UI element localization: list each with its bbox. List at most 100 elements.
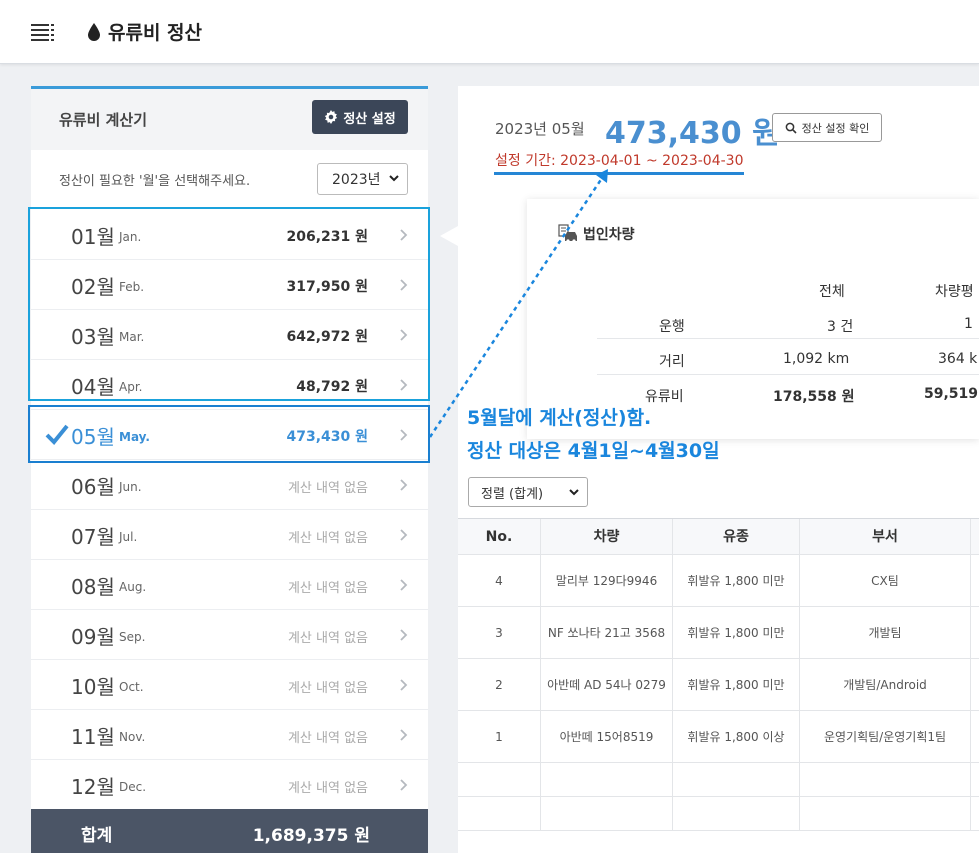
month-number: 10월 (71, 675, 115, 699)
year-select-value: 2023년 (332, 172, 381, 188)
month-amount: 계산 내역 없음 (287, 531, 368, 546)
cell-dept: 개발팀/Android (800, 659, 971, 710)
month-abbr: Dec. (119, 780, 147, 794)
month-item[interactable]: 07월 Jul. 계산 내역 없음 (31, 510, 428, 560)
cell-car: 아반떼 15어8519 (541, 711, 673, 762)
table-row[interactable]: 4 말리부 129다9946 휘발유 1,800 미만 CX팀 (458, 555, 979, 607)
table-header-row: No. 차량 유종 부서 (458, 518, 979, 555)
fuel-drop-icon (88, 22, 100, 41)
settle-settings-button[interactable]: 정산 설정 (312, 100, 408, 134)
cell-fuel: 휘발유 1,800 미만 (673, 607, 800, 658)
panel-pointer (440, 226, 458, 246)
chevron-right-icon (400, 479, 408, 491)
car-row-total: 1,092 km (783, 351, 850, 367)
chevron-right-icon (400, 329, 408, 341)
month-number: 11월 (71, 725, 115, 749)
table-header-cell (971, 519, 979, 554)
car-row-divider (597, 303, 979, 339)
table-body: 4 말리부 129다9946 휘발유 1,800 미만 CX팀 3 NF 쏘나타 21고 … (458, 555, 979, 763)
chevron-right-icon (400, 579, 408, 591)
col-avg-header: 차량평 (935, 284, 974, 300)
detail-panel: 2023년 05월 473,430 원 정산 설정 확인 설정 기간: 2023… (458, 86, 979, 853)
year-select-row: 정산이 필요한 '월'을 선택해주세요. 2023년 (31, 150, 428, 205)
month-item[interactable]: 11월 Nov. 계산 내역 없음 (31, 710, 428, 760)
month-abbr: Sep. (119, 630, 146, 644)
cell-fuel: 휘발유 1,800 미만 (673, 555, 800, 606)
month-item[interactable]: 04월 Apr. 48,792 원 (31, 360, 428, 410)
month-abbr: Feb. (119, 280, 145, 294)
month-amount: 계산 내역 없음 (287, 681, 368, 696)
cell-dept: 운영기획팀/운영기획1팀 (800, 711, 971, 762)
month-amount: 계산 내역 없음 (287, 731, 368, 746)
car-row-label: 운행 (659, 319, 685, 335)
chevron-right-icon (400, 779, 408, 791)
search-icon (785, 122, 797, 134)
top-bar: 유류비 정산 (0, 0, 979, 64)
month-number: 08월 (71, 575, 115, 599)
chevron-right-icon (400, 379, 408, 391)
month-item[interactable]: 03월 Mar. 642,972 원 (31, 310, 428, 360)
month-amount: 206,231 원 (286, 229, 368, 245)
month-abbr: Jul. (119, 530, 138, 544)
month-number: 12월 (71, 775, 115, 799)
check-settings-button[interactable]: 정산 설정 확인 (772, 113, 882, 142)
annotation-line-2: 정산 대상은 4월1일~4월30일 (467, 440, 720, 462)
cell-fuel: 휘발유 1,800 이상 (673, 711, 800, 762)
month-number: 02월 (71, 275, 115, 299)
chevron-right-icon (400, 629, 408, 641)
total-bar: 합계 1,689,375 원 (31, 809, 428, 853)
month-abbr: Jun. (119, 480, 142, 494)
select-hint: 정산이 필요한 '월'을 선택해주세요. (59, 174, 251, 189)
month-item[interactable]: 09월 Sep. 계산 내역 없음 (31, 610, 428, 660)
table-empty-row (458, 763, 979, 797)
year-select[interactable]: 2023년 (317, 163, 408, 195)
sort-select[interactable]: 정렬 (합계) (468, 477, 588, 507)
month-amount: 48,792 원 (296, 379, 368, 395)
car-row-total: 3 건 (827, 319, 854, 335)
month-item[interactable]: 02월 Feb. 317,950 원 (31, 260, 428, 310)
car-card-title-text: 법인차량 (583, 227, 635, 243)
cell-car: 아반떼 AD 54나 0279 (541, 659, 673, 710)
page-title-group: 유류비 정산 (86, 18, 202, 45)
month-item[interactable]: 05월 May. 473,430 원 (31, 410, 428, 460)
month-number: 03월 (71, 325, 115, 349)
cell-car: NF 쏘나타 21고 3568 (541, 607, 673, 658)
chevron-right-icon (400, 679, 408, 691)
settlement-month: 2023년 05월 (495, 120, 585, 138)
month-amount: 317,950 원 (286, 279, 368, 295)
month-amount: 642,972 원 (286, 329, 368, 345)
chevron-down-icon (389, 175, 399, 182)
hamburger-menu-icon[interactable] (31, 24, 55, 42)
month-list: 01월 Jan. 206,231 원 02월 Feb. 317,950 원 03월 Mar. 6… (31, 210, 428, 810)
table-row[interactable]: 2 아반떼 AD 54나 0279 휘발유 1,800 미만 개발팀/Android (458, 659, 979, 711)
chevron-right-icon (400, 529, 408, 541)
month-amount: 계산 내역 없음 (287, 581, 368, 596)
cell-no: 3 (458, 607, 541, 658)
chevron-right-icon (400, 279, 408, 291)
month-item[interactable]: 08월 Aug. 계산 내역 없음 (31, 560, 428, 610)
car-icon (558, 224, 577, 243)
table-row[interactable]: 3 NF 쏘나타 21고 3568 휘발유 1,800 미만 개발팀 (458, 607, 979, 659)
cell-dept: CX팀 (800, 555, 971, 606)
table-header-cell: No. (458, 519, 541, 554)
month-amount: 계산 내역 없음 (287, 631, 368, 646)
cell-no: 4 (458, 555, 541, 606)
table-header-cell: 유종 (673, 519, 800, 554)
car-row-avg: 1 (964, 316, 973, 332)
month-item[interactable]: 06월 Jun. 계산 내역 없음 (31, 460, 428, 510)
month-amount: 계산 내역 없음 (287, 481, 368, 496)
month-item[interactable]: 01월 Jan. 206,231 원 (31, 210, 428, 260)
month-number: 09월 (71, 625, 115, 649)
chevron-down-icon (569, 489, 579, 496)
table-empty-row (458, 797, 979, 831)
month-abbr: Nov. (119, 730, 146, 744)
table-row[interactable]: 1 아반떼 15어8519 휘발유 1,800 이상 운영기획팀/운영기획1팀 (458, 711, 979, 763)
month-abbr: Jan. (119, 230, 142, 244)
month-item[interactable]: 12월 Dec. 계산 내역 없음 (31, 760, 428, 810)
month-item[interactable]: 10월 Oct. 계산 내역 없음 (31, 660, 428, 710)
gear-icon (325, 110, 338, 124)
settlement-amount: 473,430 원 (605, 116, 780, 151)
month-number: 06월 (71, 475, 115, 499)
car-row-label: 거리 (659, 354, 685, 370)
period-underline (494, 172, 744, 175)
